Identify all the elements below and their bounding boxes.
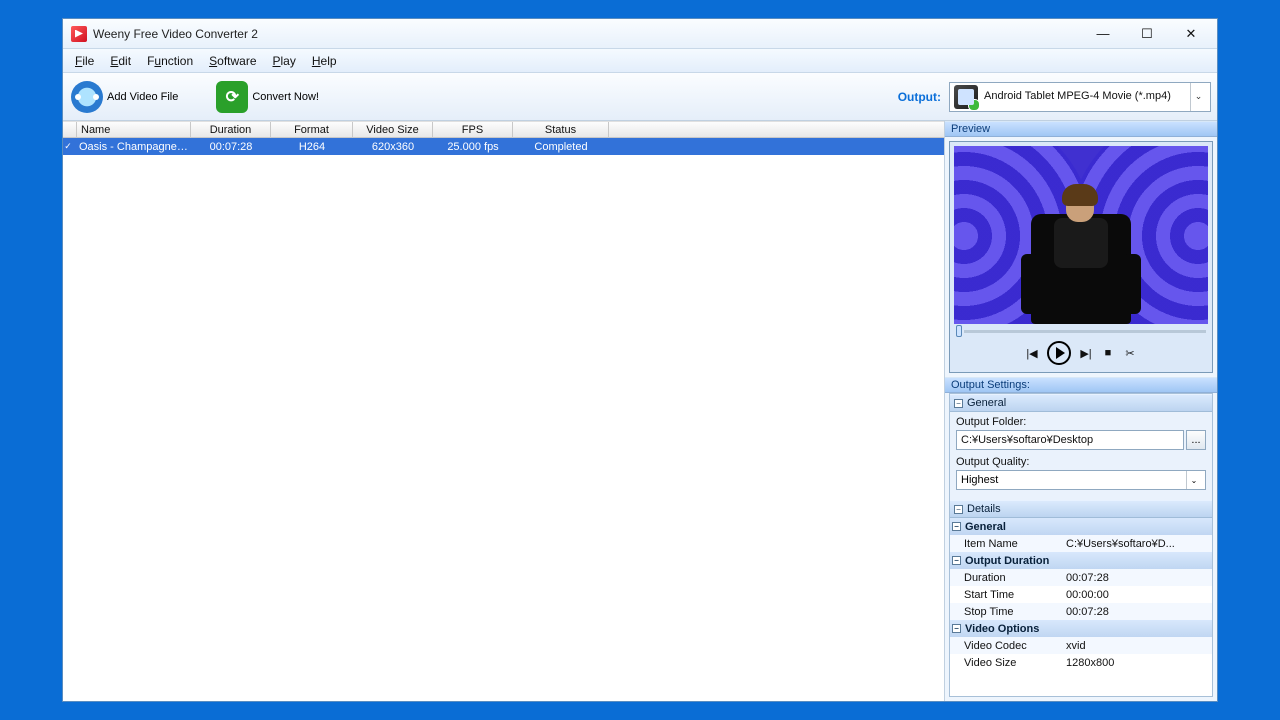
browse-button[interactable]: ... (1186, 430, 1206, 450)
file-list-panel: Name Duration Format Video Size FPS Stat… (63, 121, 945, 701)
output-settings-title: Output Settings: (945, 377, 1217, 393)
column-duration[interactable]: Duration (191, 122, 271, 137)
film-reel-icon (71, 81, 103, 113)
output-folder-input[interactable] (956, 430, 1184, 450)
output-settings-panel: − General Output Folder: ... Output Qual… (949, 393, 1213, 697)
menu-help[interactable]: Help (304, 51, 345, 71)
minimize-button[interactable]: — (1081, 20, 1125, 48)
window-title: Weeny Free Video Converter 2 (93, 27, 1081, 41)
details-grid[interactable]: −General Item NameC:¥Users¥softaro¥D... … (950, 518, 1212, 696)
details-section-header[interactable]: − Details (950, 500, 1212, 518)
collapse-icon[interactable]: − (954, 399, 963, 408)
menu-bar: File Edit Function Software Play Help (63, 49, 1217, 73)
table-row[interactable]: ✓ Oasis - Champagne… 00:07:28 H264 620x3… (63, 138, 944, 155)
output-label: Output: (898, 90, 941, 104)
check-icon: ✓ (64, 141, 72, 152)
menu-software[interactable]: Software (201, 51, 264, 71)
column-check[interactable] (63, 122, 77, 137)
grid-header: Name Duration Format Video Size FPS Stat… (63, 121, 944, 138)
collapse-icon[interactable]: − (952, 522, 961, 531)
toolbar: Add Video File ⟳ Convert Now! Output: An… (63, 73, 1217, 121)
menu-file[interactable]: File (67, 51, 102, 71)
title-bar[interactable]: Weeny Free Video Converter 2 — ☐ ✕ (63, 19, 1217, 49)
stop-button[interactable]: ■ (1101, 346, 1115, 360)
app-window: Weeny Free Video Converter 2 — ☐ ✕ File … (62, 18, 1218, 702)
menu-play[interactable]: Play (265, 51, 304, 71)
maximize-button[interactable]: ☐ (1125, 20, 1169, 48)
column-status[interactable]: Status (513, 122, 609, 137)
close-button[interactable]: ✕ (1169, 20, 1213, 48)
chevron-down-icon: ⌄ (1190, 83, 1206, 111)
output-profile-text: Android Tablet MPEG-4 Movie (*.mp4) (984, 90, 1190, 102)
add-video-button[interactable]: Add Video File (69, 79, 186, 115)
seek-handle[interactable] (956, 325, 962, 337)
preview-canvas[interactable] (954, 146, 1208, 324)
app-icon (71, 26, 87, 42)
preview-title: Preview (945, 121, 1217, 137)
convert-icon: ⟳ (216, 81, 248, 113)
chevron-down-icon: ⌄ (1186, 471, 1201, 489)
add-video-label: Add Video File (107, 91, 178, 103)
playback-controls: |◀ ▶| ■ ✂ (954, 338, 1208, 368)
collapse-icon[interactable]: − (954, 505, 963, 514)
collapse-icon[interactable]: − (952, 556, 961, 565)
menu-function[interactable]: Function (139, 51, 201, 71)
output-quality-select[interactable]: Highest ⌄ (956, 470, 1206, 490)
sidebar: Preview |◀ ▶| ■ ✂ (945, 121, 1217, 701)
cell-status: Completed (513, 141, 609, 153)
android-tablet-icon (954, 85, 978, 109)
cell-name: Oasis - Champagne… (77, 141, 191, 153)
convert-now-label: Convert Now! (252, 91, 319, 103)
cell-duration: 00:07:28 (191, 141, 271, 153)
output-quality-label: Output Quality: (956, 456, 1206, 468)
output-profile-dropdown[interactable]: Android Tablet MPEG-4 Movie (*.mp4) ⌄ (949, 82, 1211, 112)
cell-fps: 25.000 fps (433, 141, 513, 153)
column-fps[interactable]: FPS (433, 122, 513, 137)
play-button[interactable] (1047, 341, 1071, 365)
seek-bar[interactable] (954, 324, 1208, 338)
column-name[interactable]: Name (77, 122, 191, 137)
cell-format: H264 (271, 141, 353, 153)
menu-edit[interactable]: Edit (102, 51, 139, 71)
preview-panel: |◀ ▶| ■ ✂ (949, 141, 1213, 373)
column-video-size[interactable]: Video Size (353, 122, 433, 137)
cell-size: 620x360 (353, 141, 433, 153)
collapse-icon[interactable]: − (952, 624, 961, 633)
column-format[interactable]: Format (271, 122, 353, 137)
prev-button[interactable]: |◀ (1025, 346, 1039, 360)
output-folder-label: Output Folder: (956, 416, 1206, 428)
general-section-header[interactable]: − General (950, 394, 1212, 412)
snapshot-button[interactable]: ✂ (1123, 346, 1137, 360)
next-button[interactable]: ▶| (1079, 346, 1093, 360)
convert-now-button[interactable]: ⟳ Convert Now! (214, 79, 327, 115)
